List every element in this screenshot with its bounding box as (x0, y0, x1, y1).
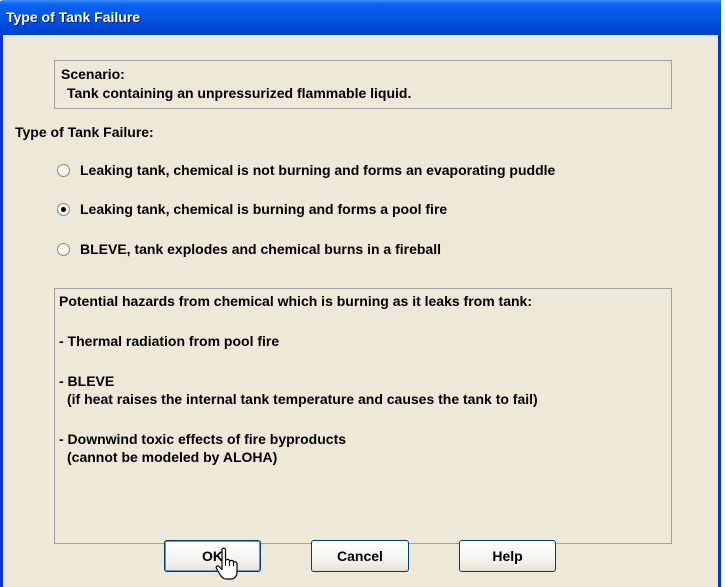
scenario-heading: Scenario: (61, 66, 125, 82)
scenario-box: Scenario: Tank containing an unpressuriz… (54, 60, 672, 109)
hazard-description-box: Potential hazards from chemical which is… (54, 288, 672, 544)
option-bleve-fireball[interactable]: BLEVE, tank explodes and chemical burns … (57, 241, 441, 257)
option-label[interactable]: BLEVE, tank explodes and chemical burns … (80, 241, 441, 257)
failure-type-label: Type of Tank Failure: (15, 124, 154, 140)
radio-button[interactable] (57, 242, 70, 256)
option-label[interactable]: Leaking tank, chemical is burning and fo… (80, 201, 447, 217)
hazard-item-toxic-detail: (cannot be modeled by ALOHA) (67, 449, 278, 465)
ok-button[interactable]: OK (164, 540, 261, 572)
option-pool-fire[interactable]: Leaking tank, chemical is burning and fo… (57, 201, 447, 217)
window-title: Type of Tank Failure (6, 9, 141, 25)
hand-pointer-icon (215, 547, 238, 580)
title-bar[interactable]: Type of Tank Failure (0, 0, 721, 35)
help-button[interactable]: Help (459, 540, 556, 572)
hazard-item-toxic: - Downwind toxic effects of fire byprodu… (59, 431, 347, 447)
radio-button[interactable] (57, 163, 70, 177)
scenario-description: Tank containing an unpressurized flammab… (67, 85, 412, 101)
option-evaporating-puddle[interactable]: Leaking tank, chemical is not burning an… (57, 162, 555, 178)
dialog-window: Scenario: Tank containing an unpressuriz… (0, 35, 721, 587)
hazard-item-bleve-detail: (if heat raises the internal tank temper… (67, 391, 538, 407)
hazard-heading: Potential hazards from chemical which is… (59, 293, 533, 309)
radio-button-selected[interactable] (57, 202, 70, 216)
option-label[interactable]: Leaking tank, chemical is not burning an… (80, 162, 555, 178)
hazard-item-thermal: - Thermal radiation from pool fire (59, 333, 280, 349)
cancel-button[interactable]: Cancel (311, 540, 409, 572)
hazard-item-bleve: - BLEVE (59, 373, 115, 389)
